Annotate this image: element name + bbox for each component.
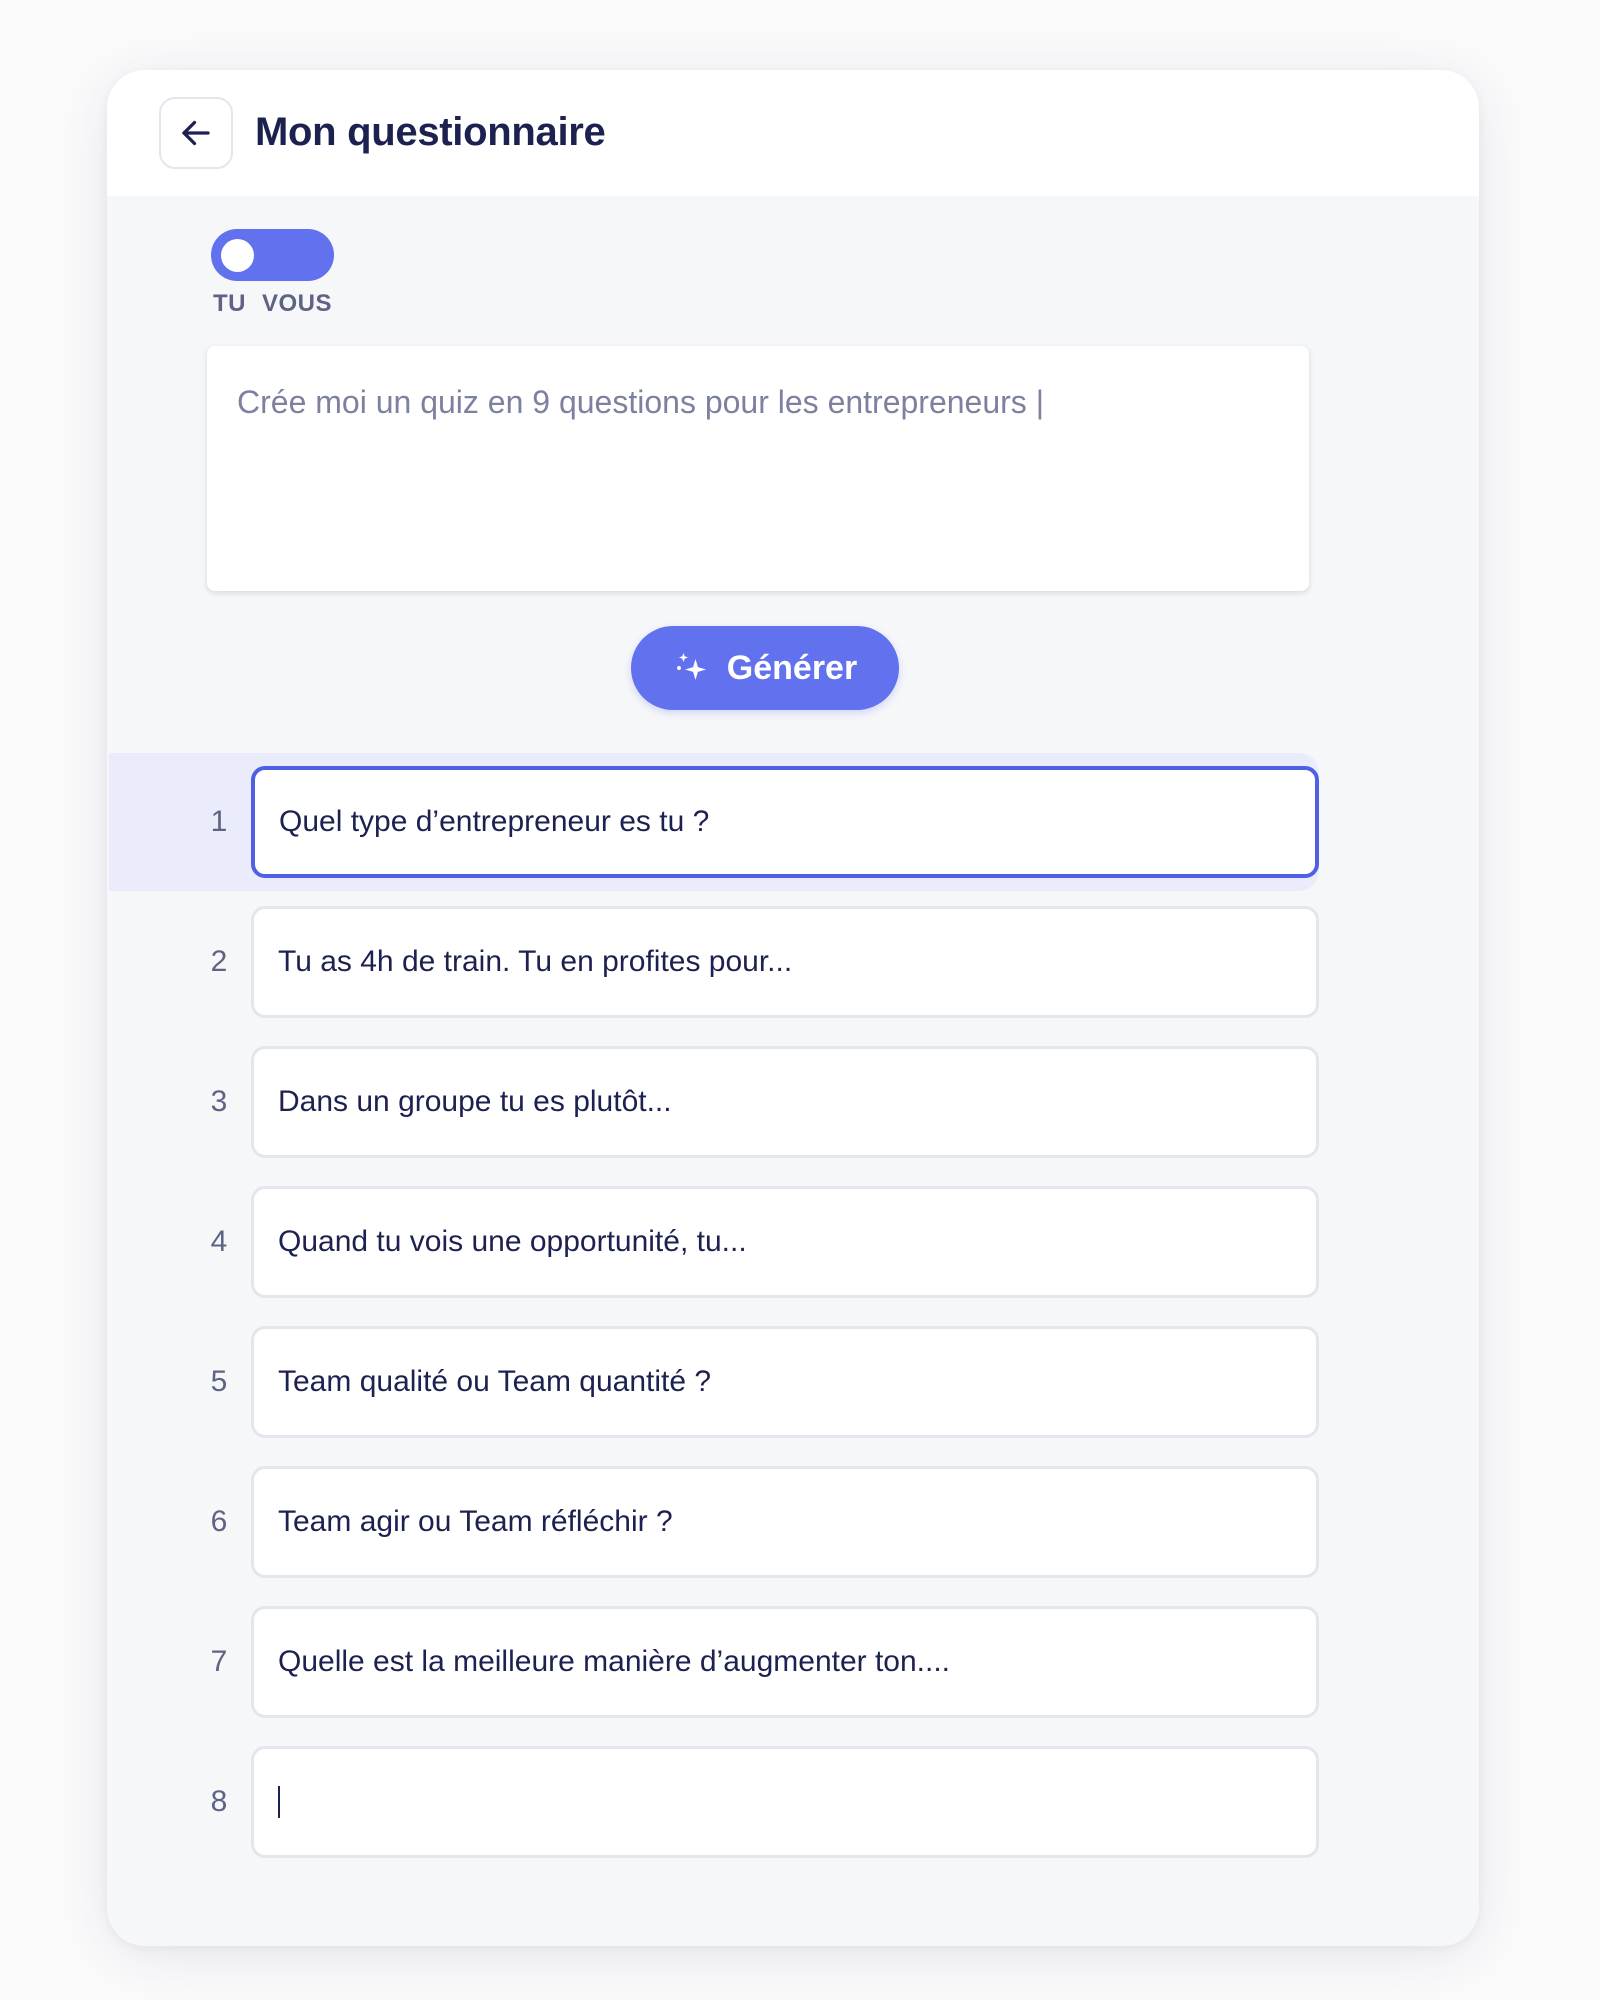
question-input[interactable]: Tu as 4h de train. Tu en profites pour..… [251,906,1319,1018]
text-caret [278,1786,280,1818]
questionnaire-card: Mon questionnaire TU VOUS Crée moi un qui… [107,70,1479,1946]
prompt-text: Crée moi un quiz en 9 questions pour les… [237,384,1044,420]
question-input[interactable]: Team qualité ou Team quantité ? [251,1326,1319,1438]
question-number: 4 [210,1225,228,1258]
question-row: 3 Dans un groupe tu es plutôt... [107,1046,1479,1158]
toggle-labels: TU VOUS [213,290,348,318]
arrow-left-icon [178,115,214,151]
question-text: Team agir ou Team réfléchir ? [278,1505,673,1538]
question-row: 8 [107,1746,1479,1858]
question-text: Quelle est la meilleure manière d’augmen… [278,1645,951,1678]
question-number: 3 [210,1085,228,1118]
question-row: 6 Team agir ou Team réfléchir ? [107,1466,1479,1578]
question-number: 6 [210,1505,228,1538]
question-number: 8 [210,1785,228,1818]
prompt-input[interactable]: Crée moi un quiz en 9 questions pour les… [207,346,1309,591]
question-input[interactable] [251,1746,1319,1858]
question-input[interactable]: Dans un groupe tu es plutôt... [251,1046,1319,1158]
question-input[interactable]: Quelle est la meilleure manière d’augmen… [251,1606,1319,1718]
question-text: Tu as 4h de train. Tu en profites pour..… [278,945,793,978]
question-input[interactable]: Quand tu vois une opportunité, tu... [251,1186,1319,1298]
question-row: 7 Quelle est la meilleure manière d’augm… [107,1606,1479,1718]
generate-button[interactable]: Générer [631,626,899,710]
question-number: 2 [210,945,228,978]
tu-vous-toggle[interactable] [211,229,334,281]
question-text: Quel type d’entrepreneur es tu ? [279,805,710,838]
question-number: 7 [210,1645,228,1678]
toggle-label-tu: TU [213,290,246,317]
generate-label: Générer [726,648,858,687]
question-row: 1 Quel type d’entrepreneur es tu ? [107,766,1479,878]
sparkles-icon [673,650,709,686]
back-button[interactable] [159,97,233,169]
question-text: Quand tu vois une opportunité, tu... [278,1225,747,1258]
question-row: 5 Team qualité ou Team quantité ? [107,1326,1479,1438]
question-text: Dans un groupe tu es plutôt... [278,1085,672,1118]
question-number: 5 [210,1365,228,1398]
toggle-label-vous: VOUS [262,290,333,317]
header: Mon questionnaire [107,70,1479,196]
question-row: 4 Quand tu vois une opportunité, tu... [107,1186,1479,1298]
page-title: Mon questionnaire [255,110,606,154]
question-text: Team qualité ou Team quantité ? [278,1365,712,1398]
question-number: 1 [210,805,228,838]
toggle-knob[interactable] [221,239,254,272]
question-row: 2 Tu as 4h de train. Tu en profites pour… [107,906,1479,1018]
question-input[interactable]: Team agir ou Team réfléchir ? [251,1466,1319,1578]
question-input[interactable]: Quel type d’entrepreneur es tu ? [251,766,1319,878]
